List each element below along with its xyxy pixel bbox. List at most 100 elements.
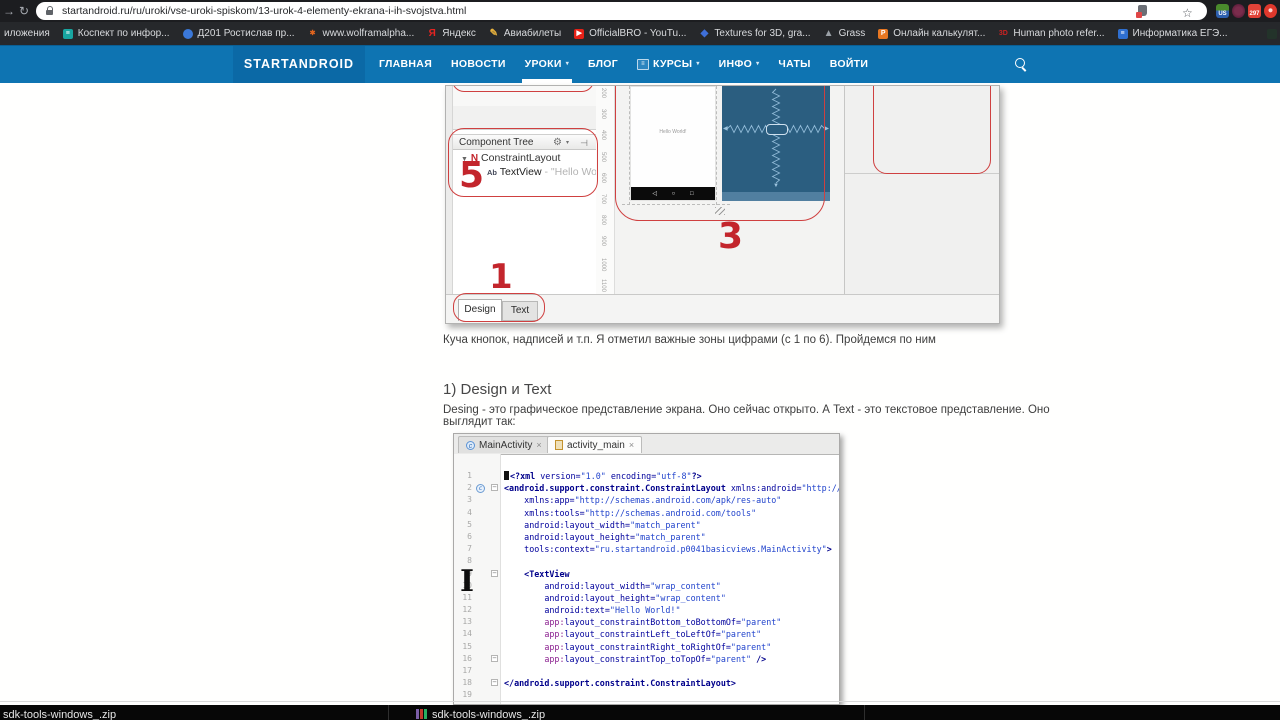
bookmark-favicon: ▶	[574, 28, 585, 39]
ruler: 200 300 400 500 600 700 800 900 1000 1100	[596, 86, 615, 294]
chevron-down-icon: ▾	[756, 61, 760, 67]
bookmark-item[interactable]: P Онлайн калькулят...	[878, 28, 985, 39]
nav-item-инфо[interactable]: ИНФО ▾	[719, 46, 760, 83]
bookmark-item[interactable]: ≡ Информатика ЕГЭ...	[1117, 28, 1228, 39]
lock-icon[interactable]	[46, 6, 54, 16]
bookmark-item[interactable]: иложения	[4, 28, 50, 39]
class-gutter-icon[interactable]: c	[476, 484, 485, 494]
nav-item-уроки[interactable]: УРОКИ ▾	[521, 46, 573, 83]
zone-marker-5: 5	[459, 155, 485, 196]
site-logo[interactable]: STARTANDROID	[233, 46, 365, 83]
us-flag-extension-icon[interactable]: US	[1216, 4, 1229, 18]
code-line[interactable]: 2 c − <android.support.constraint.Constrain…	[454, 482, 839, 494]
code-line[interactable]: 19	[454, 689, 839, 701]
bookmark-item[interactable]: ◆ Textures for 3D, gra...	[699, 28, 811, 39]
nav-item-блог[interactable]: БЛОГ	[588, 46, 618, 83]
url-bar[interactable]: startandroid.ru/ru/uroki/vse-uroki-spisk…	[36, 2, 1207, 20]
dark-circle-extension-icon[interactable]	[1232, 4, 1245, 18]
code-line[interactable]: 14 app:layout_constraintLeft_toLeftOf="p…	[454, 628, 839, 640]
code-line[interactable]: 10 android:layout_width="wrap_content"	[454, 580, 839, 592]
ruler-tick-label: 200	[600, 88, 606, 99]
fold-marker-icon[interactable]: −	[491, 679, 498, 687]
code-text: android:layout_width="wrap_content"	[544, 580, 721, 591]
fold-marker-icon[interactable]: −	[491, 655, 498, 662]
code-text: <TextView	[524, 568, 570, 579]
nav-item-курсы[interactable]: ≡ КУРСЫ ▾	[637, 46, 700, 83]
code-line[interactable]: 8	[454, 555, 839, 567]
code-line[interactable]: 15 app:layout_constraintRight_toRightOf=…	[454, 641, 839, 653]
fold-marker-icon[interactable]: −	[491, 484, 498, 492]
mail-counter-extension-icon[interactable]: 297	[1248, 4, 1261, 18]
bookmark-item[interactable]: ▶ OfficialBRO - YouTu...	[574, 28, 686, 39]
bookmark-favicon: ≡	[62, 28, 73, 39]
close-icon[interactable]: ×	[536, 440, 541, 450]
bookmark-star-icon[interactable]: ☆	[1182, 2, 1193, 24]
bookmark-item[interactable]: Я Яндекс	[427, 28, 476, 39]
code-line[interactable]: 12 android:text="Hello World!"	[454, 604, 839, 616]
code-line[interactable]: 5 android:layout_width="match_parent"	[454, 519, 839, 531]
nav-item-новости[interactable]: НОВОСТИ	[451, 46, 506, 83]
red-dot-extension-icon[interactable]	[1264, 4, 1277, 18]
nav-item-войти[interactable]: ВОЙТИ	[830, 46, 869, 83]
zone-outline-palette	[452, 86, 594, 92]
code-line[interactable]: 1 <?xml version="1.0" encoding="utf-8"?>	[454, 470, 839, 482]
code-line[interactable]: 7 tools:context="ru.startandroid.p0041ba…	[454, 543, 839, 555]
zone-outline-properties	[873, 86, 991, 174]
bookmark-label: Human photo refer...	[1013, 28, 1105, 39]
nav-item-label: ГЛАВНАЯ	[379, 58, 433, 70]
code-line[interactable]: 13 app:layout_constraintBottom_toBottomO…	[454, 616, 839, 628]
code-line[interactable]: 11 android:layout_height="wrap_content"	[454, 592, 839, 604]
close-icon[interactable]: ×	[629, 440, 634, 450]
bookmark-item[interactable]: ✱ www.wolframalpha...	[308, 28, 415, 39]
bookmark-item[interactable]: ▲ Grass	[824, 28, 866, 39]
tab-label: activity_main	[567, 439, 625, 451]
reload-icon[interactable]: ↻	[19, 0, 29, 22]
line-number: 17	[462, 666, 472, 675]
code-line[interactable]: 9− <TextView	[454, 568, 839, 580]
taskbar: sdk-tools-windows_.zip sdk-tools-windows…	[0, 705, 1280, 720]
bookmarks-bar: иложения ≡ Коспект по инфор... Д201 Ростисл…	[0, 22, 1280, 45]
bookmark-item[interactable]: 3D Human photo refer...	[998, 28, 1105, 39]
bookmark-item[interactable]: start - Start - Enjin	[1266, 28, 1280, 39]
taskbar-divider	[388, 705, 389, 720]
code-line[interactable]: 18 − </android.support.constraint.Constrai…	[454, 677, 839, 689]
tab-activity-main[interactable]: activity_main ×	[547, 436, 643, 453]
nav-item-label: ИНФО	[718, 58, 753, 70]
taskbar-item[interactable]: sdk-tools-windows_.zip	[416, 709, 545, 720]
editor-tab-bar: c MainActivity × activity_main ×	[454, 434, 839, 455]
bookmark-favicon: ✱	[309, 29, 316, 37]
nav-item-главная[interactable]: ГЛАВНАЯ	[379, 46, 432, 83]
line-number: 15	[462, 641, 472, 651]
code-text: app:layout_constraintTop_toTopOf="parent…	[544, 653, 767, 664]
code-line[interactable]: 17	[454, 665, 839, 677]
nav-item-чаты[interactable]: ЧАТЫ	[778, 46, 810, 83]
bookmark-label: OfficialBRO - YouTu...	[589, 28, 687, 39]
nav-item-label: КУРСЫ	[653, 58, 693, 70]
code-text: xmlns:tools="http://schemas.android.com/…	[524, 507, 757, 518]
bookmark-item[interactable]: ≡ Коспект по инфор...	[62, 28, 170, 39]
courses-badge-icon: ≡	[637, 59, 649, 70]
code-line[interactable]: 3 xmlns:app="http://schemas.android.com/…	[454, 494, 839, 506]
forward-icon[interactable]: →	[3, 0, 15, 22]
nav-menu: ГЛАВНАЯ НОВОСТИ УРОКИ ▾ БЛОГ ≡ КУРСЫ ▾ ИНФО ▾ ЧАТЫ…	[379, 46, 868, 83]
line-number: 1	[467, 471, 472, 480]
tab-mainactivity[interactable]: c MainActivity ×	[458, 436, 550, 453]
code-line[interactable]: 6 android:layout_height="match_parent"	[454, 531, 839, 543]
code-text: app:layout_constraintLeft_toLeftOf="pare…	[544, 629, 762, 640]
bookmark-label: Коспект по инфор...	[77, 28, 170, 39]
bookmark-label: Д201 Ростислав пр...	[197, 28, 295, 39]
code-editor-screenshot: c MainActivity × activity_main × 1 <?xml …	[453, 433, 840, 705]
code-line[interactable]: 16 − app:layout_constraintTop_toTopOf="pa…	[454, 653, 839, 665]
bookmark-item[interactable]: Д201 Ростислав пр...	[182, 28, 295, 39]
taskbar-item[interactable]: sdk-tools-windows_.zip	[3, 709, 116, 720]
code-line[interactable]: 4 xmlns:tools="http://schemas.android.co…	[454, 507, 839, 519]
fold-marker-icon[interactable]: −	[491, 569, 498, 577]
zone-marker-3: 3	[718, 216, 744, 257]
url-text[interactable]: startandroid.ru/ru/uroki/vse-uroki-spisk…	[62, 2, 466, 20]
ruler-tick-label: 400	[600, 130, 606, 141]
search-icon[interactable]	[1015, 58, 1025, 68]
permission-blocked-icon[interactable]	[1136, 5, 1147, 18]
bookmark-label: Информатика ЕГЭ...	[1132, 28, 1228, 39]
line-number: 2	[467, 483, 472, 493]
bookmark-item[interactable]: ✎ Авиабилеты	[489, 28, 561, 39]
